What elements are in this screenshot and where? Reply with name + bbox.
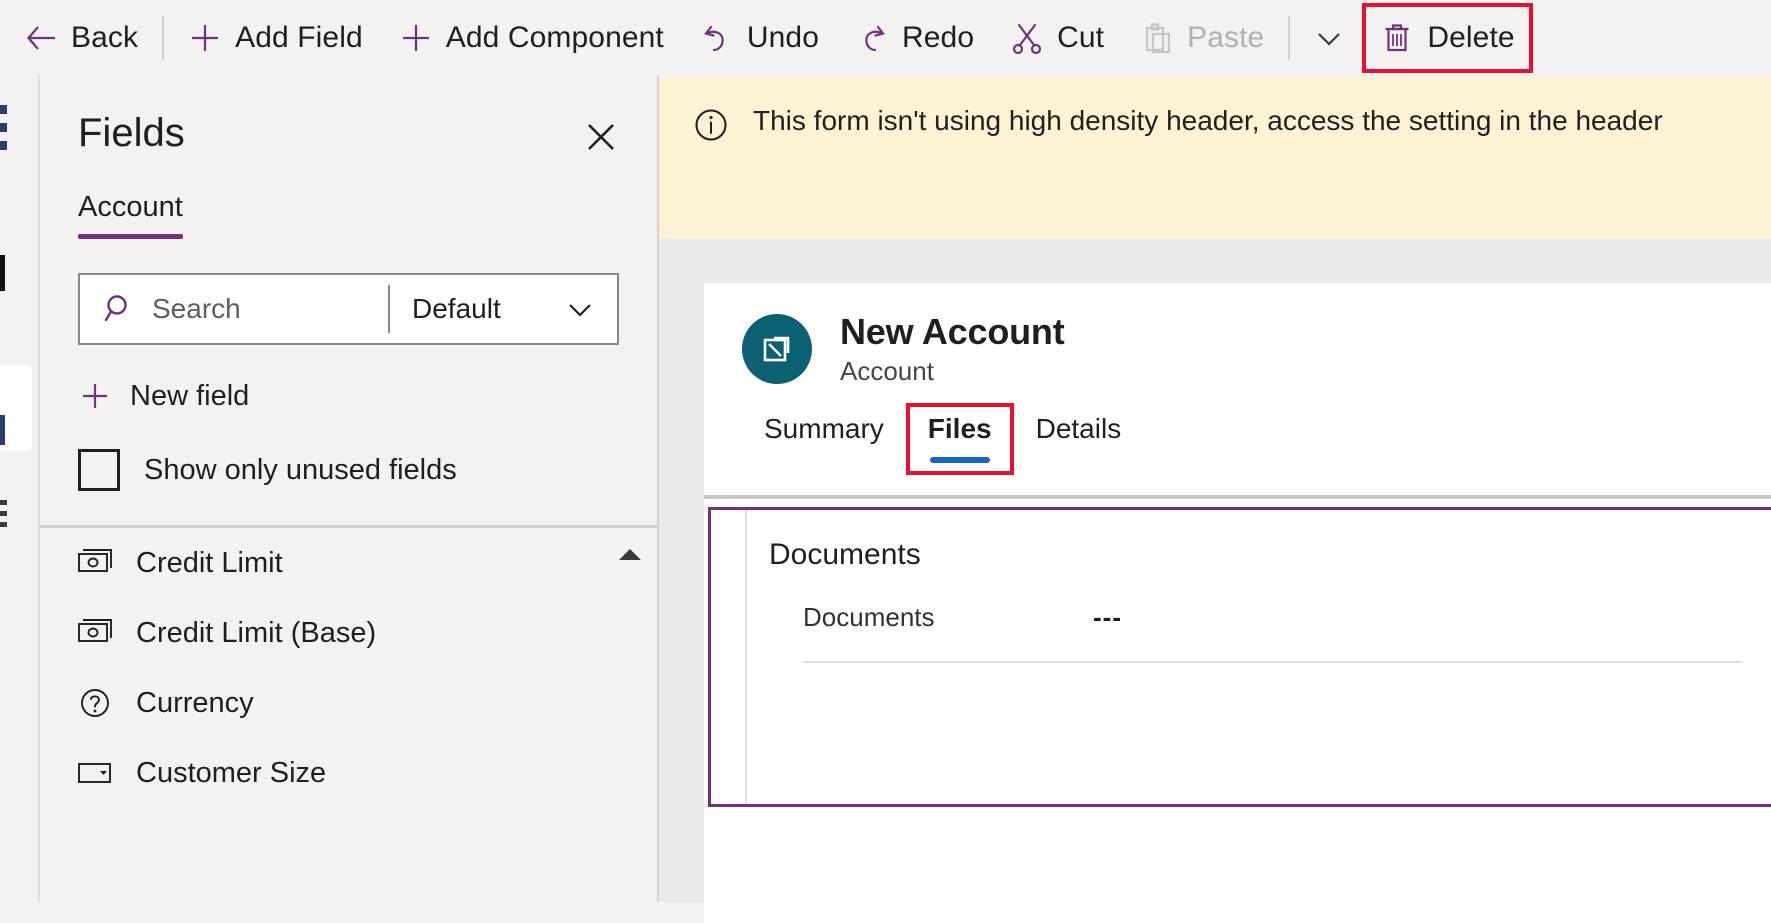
entity-name: Account [840,356,934,386]
list-item-label: Credit Limit [136,546,283,579]
field-label: Documents [803,602,935,632]
documents-section[interactable]: Documents Documents --- [708,507,1771,807]
chevron-down-icon [1312,21,1346,55]
toolbar-divider-2 [1288,15,1291,60]
tab-summary-label: Summary [764,413,884,444]
add-component-button[interactable]: Add Component [381,9,682,67]
redo-icon [855,21,889,55]
plus-icon [78,379,112,413]
table-row[interactable]: Documents --- [803,602,1743,663]
add-component-label: Add Component [445,20,664,54]
currency-icon [76,614,114,652]
list-item-label: Credit Limit (Base) [136,616,377,649]
plus-icon [188,21,222,55]
tab-account-label: Account [78,191,183,223]
list-item[interactable]: Customer Size [40,738,657,808]
cut-label: Cut [1057,20,1105,54]
left-navigation-rail [0,75,38,902]
overflow-menu-button[interactable] [1296,9,1362,67]
undo-label: Undo [746,20,819,54]
clipboard-icon [1140,21,1174,55]
fields-panel-tablist: Account [40,163,657,239]
close-icon[interactable] [575,111,627,163]
choice-dropdown-icon [76,754,114,792]
trash-icon [1380,21,1414,55]
back-button[interactable]: Back [6,9,156,67]
search-input[interactable]: Search [80,275,388,343]
arrow-left-icon [24,21,58,55]
undo-button[interactable]: Undo [682,9,837,67]
tab-details-label: Details [1035,413,1122,444]
list-item[interactable]: Currency [40,668,657,738]
show-only-unused-fields-checkbox[interactable]: Show only unused fields [78,449,457,491]
delete-label: Delete [1427,20,1515,54]
list-item-label: Currency [136,686,254,719]
section-title: Documents [769,538,921,571]
checkbox-box [78,449,120,491]
tab-indicator [1048,457,1108,463]
scissors-icon [1010,21,1044,55]
list-item[interactable]: Credit Limit (Base) [40,598,657,668]
tab-account[interactable]: Account [78,191,183,239]
chevron-down-icon [563,292,597,326]
rail-list-icon [0,105,7,159]
undo-icon [700,21,734,55]
search-placeholder: Search [152,293,241,324]
form-tablist: Summary Files Details [704,387,1771,475]
field-filter-dropdown[interactable]: Default [390,275,617,343]
currency-icon [76,544,114,582]
form-title-group: New Account Account [840,311,1065,387]
search-icon [102,291,138,327]
field-value: --- [1093,602,1122,632]
paste-label: Paste [1187,20,1265,54]
list-item-label: Customer Size [136,756,327,789]
add-field-button[interactable]: Add Field [170,9,381,67]
rail-marker [0,255,5,291]
fields-panel-title: Fields [78,111,185,155]
command-bar: Back Add Field Add Component Undo Redo C… [0,0,1771,75]
plus-icon [399,21,433,55]
fields-panel: Fields Account Search Default New field … [38,75,659,902]
show-only-unused-fields-label: Show only unused fields [144,453,457,486]
tab-files[interactable]: Files [905,403,1014,475]
rail-selection-indicator [0,415,5,445]
lookup-question-icon [76,684,114,722]
account-entity-icon [742,314,812,384]
field-filter-value: Default [412,293,501,324]
tab-summary[interactable]: Summary [742,413,906,463]
notification-message: This form isn't using high density heade… [753,105,1663,136]
redo-button[interactable]: Redo [837,9,992,67]
scroll-up-icon[interactable] [613,540,647,570]
form-header: New Account Account [704,283,1771,387]
rail-list-icon-secondary [0,500,7,533]
info-icon [691,105,731,150]
form-header-divider [704,495,1771,499]
paste-button[interactable]: Paste [1122,9,1282,67]
section-column-rule [745,510,747,804]
cut-button[interactable]: Cut [992,9,1122,67]
tab-files-label: Files [927,413,992,444]
add-field-label: Add Field [235,20,363,54]
tab-active-indicator [78,234,183,239]
new-field-button[interactable]: New field [78,379,249,413]
fields-list[interactable]: Credit Limit Credit Limit (Base) Currenc… [40,528,657,902]
page-title: New Account [840,311,1065,352]
tab-indicator [794,457,854,463]
list-item[interactable]: Credit Limit [40,528,657,598]
back-label: Back [71,20,139,54]
fields-search-row: Search Default [78,273,619,345]
form-designer-canvas: New Account Account Summary Files Detail… [659,238,1771,923]
fields-panel-header: Fields [40,75,657,163]
toolbar-divider-1 [162,15,165,60]
tab-details[interactable]: Details [1014,413,1144,463]
form-preview-card: New Account Account Summary Files Detail… [704,283,1771,923]
redo-label: Redo [902,20,975,54]
new-field-label: New field [130,379,250,412]
tab-active-indicator [929,457,990,463]
notification-bar: This form isn't using high density heade… [659,77,1771,238]
delete-button[interactable]: Delete [1362,2,1533,73]
